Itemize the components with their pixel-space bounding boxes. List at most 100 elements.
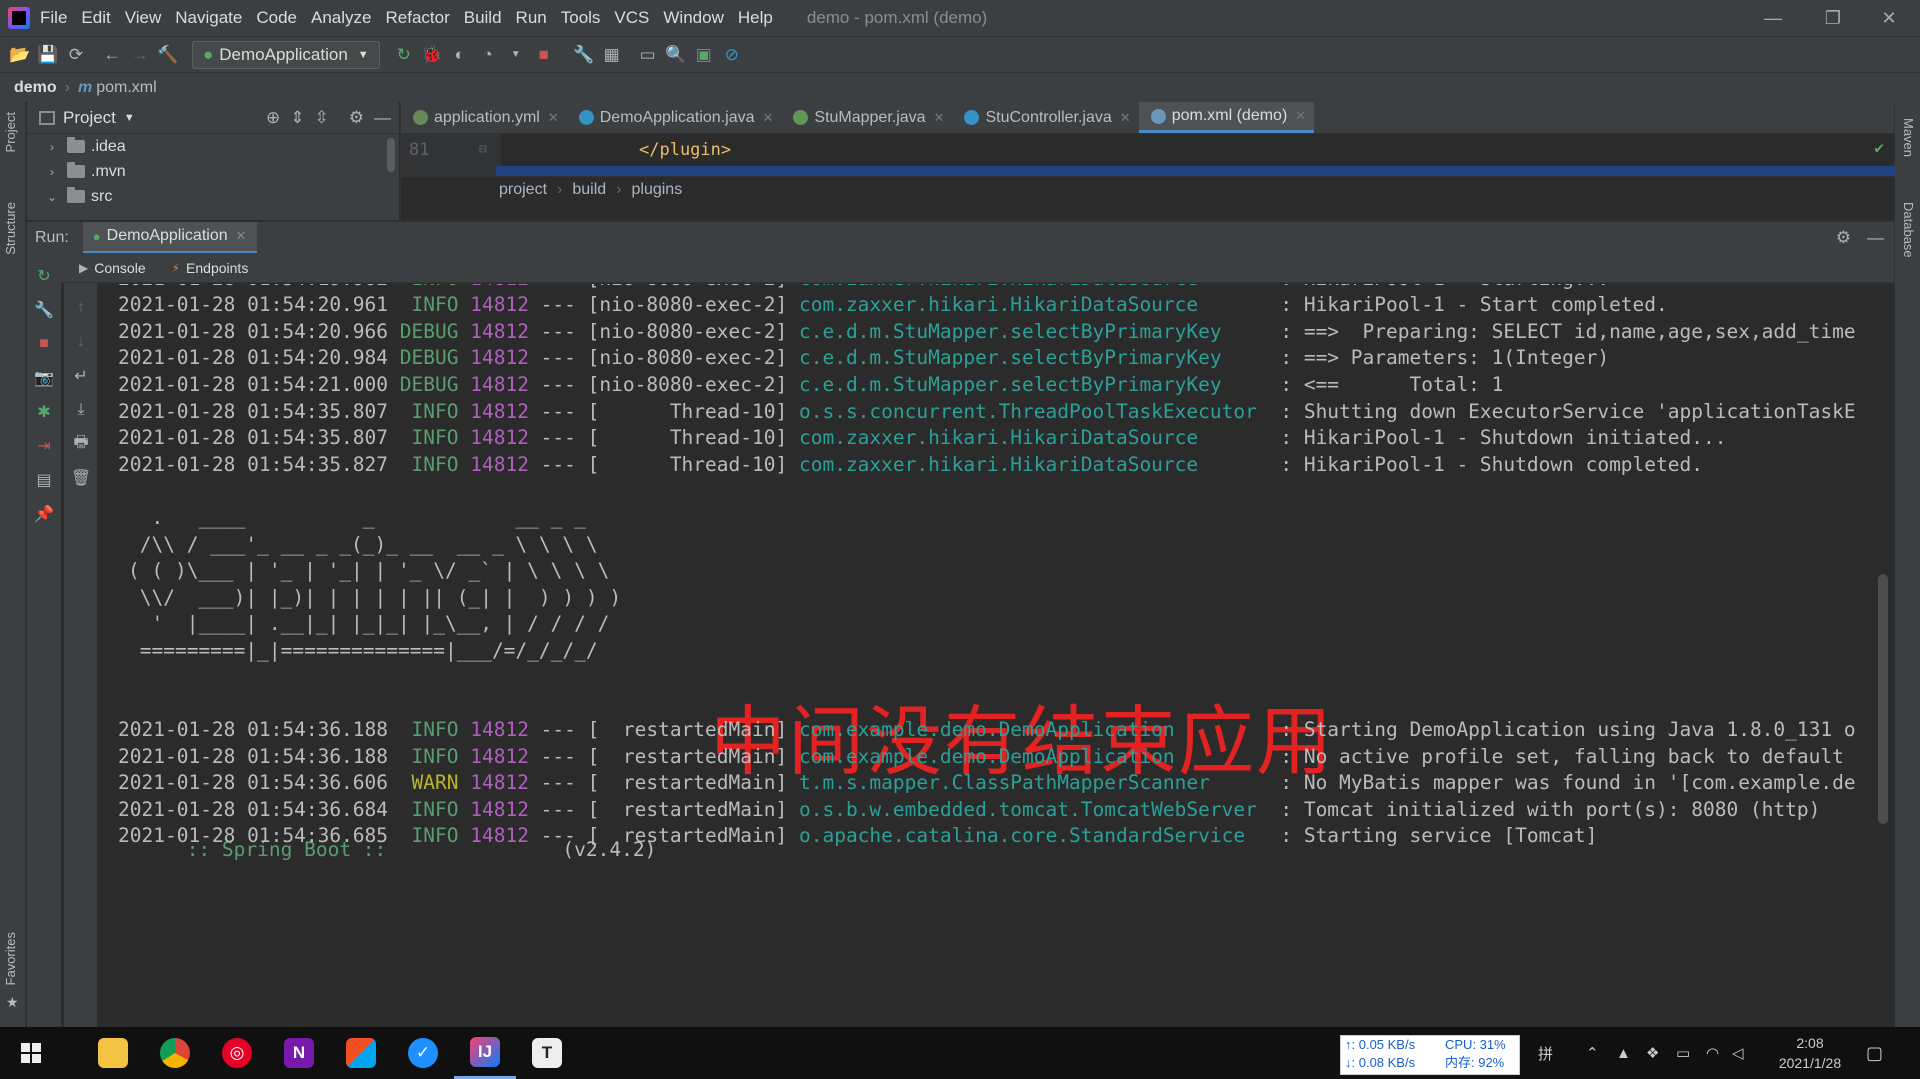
debug-icon[interactable]: 🐞	[418, 41, 446, 69]
breadcrumb-project[interactable]: demo	[14, 79, 57, 97]
menu-refactor[interactable]: Refactor	[385, 8, 449, 28]
chevron-up-icon[interactable]: ⌃	[1586, 1027, 1599, 1079]
down-arrow-icon[interactable]: ↓	[64, 325, 98, 359]
restore-icon[interactable]: ❐	[1810, 0, 1856, 36]
layout-icon[interactable]: ▤	[27, 463, 61, 497]
editor-tab[interactable]: StuController.java ✕	[952, 102, 1138, 133]
editor-tab[interactable]: DemoApplication.java ✕	[567, 102, 782, 133]
chrome-icon[interactable]	[144, 1027, 206, 1079]
project-structure-icon[interactable]: ▦	[598, 41, 626, 69]
stop-icon[interactable]: ■	[27, 327, 61, 361]
trash-icon[interactable]: 🗑	[64, 461, 98, 495]
print-icon[interactable]: 🖶	[64, 427, 98, 461]
close-icon[interactable]: ✕	[1866, 0, 1912, 36]
collapse-all-icon[interactable]: ⇳	[315, 108, 329, 128]
close-icon[interactable]: ✕	[1120, 110, 1131, 126]
maven-tool-button[interactable]: Maven	[1901, 118, 1916, 157]
menu-view[interactable]: View	[125, 8, 162, 28]
profile-icon[interactable]: ◔	[474, 41, 502, 69]
project-scrollbar[interactable]	[387, 138, 395, 172]
rerun-icon[interactable]: ↻	[27, 259, 61, 293]
windows-flag-icon[interactable]: ❖	[1646, 1027, 1659, 1079]
wifi-icon[interactable]: ◠	[1706, 1027, 1719, 1079]
chevron-right-icon[interactable]: ›	[43, 140, 61, 154]
clock[interactable]: 2:08 2021/1/28	[1770, 1033, 1850, 1073]
back-arrow-icon[interactable]: ←	[98, 41, 126, 69]
rerun-icon[interactable]: ↻	[390, 41, 418, 69]
code-area[interactable]: 81 ⊟ </plugin> ✔	[401, 134, 1895, 176]
build-hammer-icon[interactable]: 🔨	[154, 41, 182, 69]
editor-breadcrumb-item[interactable]: project	[499, 181, 547, 199]
menu-tools[interactable]: Tools	[561, 8, 601, 28]
ime-indicator[interactable]: 拼	[1538, 1027, 1553, 1079]
menu-file[interactable]: File	[40, 8, 67, 28]
wrench-icon[interactable]: 🔧	[570, 41, 598, 69]
tab-endpoints[interactable]: ⚡ Endpoints	[172, 260, 249, 276]
database-tool-button[interactable]: Database	[1901, 202, 1916, 258]
structure-tool-button[interactable]: Structure	[3, 202, 18, 255]
soft-wrap-icon[interactable]: ↵	[64, 359, 98, 393]
hide-icon[interactable]: —	[374, 108, 391, 128]
menu-window[interactable]: Window	[663, 8, 723, 28]
netease-music-icon[interactable]: ◎	[206, 1027, 268, 1079]
intellij-taskbar-icon[interactable]: IJ	[454, 1027, 516, 1079]
typora-icon[interactable]: T	[516, 1027, 578, 1079]
chevron-down-icon[interactable]: ▼	[124, 112, 135, 124]
more-run-options-icon[interactable]: ▼	[502, 41, 530, 69]
tree-item[interactable]: › .mvn	[43, 159, 399, 184]
chevron-right-icon[interactable]: ›	[43, 165, 61, 179]
menu-build[interactable]: Build	[464, 8, 502, 28]
no-entry-icon[interactable]: ⊘	[718, 41, 746, 69]
run-config-selector[interactable]: ● DemoApplication ▼	[192, 40, 380, 69]
menu-code[interactable]: Code	[256, 8, 297, 28]
tab-console[interactable]: ▶ Console	[79, 260, 146, 276]
console-output[interactable]: 2021-01-28 01:54:13.614 INFO 14812 --- […	[100, 284, 1894, 1027]
chevron-down-icon[interactable]: ⌄	[43, 190, 61, 204]
expand-all-icon[interactable]: ⇕	[290, 108, 304, 128]
menu-run[interactable]: Run	[516, 8, 547, 28]
pin-icon[interactable]: 📌	[27, 497, 61, 531]
editor-tab[interactable]: StuMapper.java ✕	[781, 102, 952, 133]
sync-icon[interactable]: ⟳	[62, 41, 90, 69]
exit-icon[interactable]: ⇥	[27, 429, 61, 463]
hide-icon[interactable]: —	[1867, 228, 1884, 248]
wrench-icon[interactable]: 🔧	[27, 293, 61, 327]
close-icon[interactable]: ✕	[934, 110, 945, 126]
terminal-icon[interactable]: ▭	[634, 41, 662, 69]
camera-icon[interactable]: 📷	[27, 361, 61, 395]
editor-tab[interactable]: application.yml ✕	[401, 102, 567, 133]
console-scrollbar[interactable]	[1878, 574, 1888, 824]
menu-edit[interactable]: Edit	[81, 8, 110, 28]
editor-tab[interactable]: pom.xml (demo) ✕	[1138, 102, 1315, 133]
notification-icon[interactable]: ▢	[1866, 1027, 1883, 1079]
windows-start-icon[interactable]	[0, 1027, 62, 1079]
monitor-icon[interactable]: ▣	[690, 41, 718, 69]
tree-item[interactable]: ⌄ src	[43, 184, 399, 209]
locate-icon[interactable]: ⊕	[266, 108, 280, 128]
close-icon[interactable]: ✕	[1295, 108, 1306, 124]
app-tiles-icon[interactable]	[330, 1027, 392, 1079]
close-icon[interactable]: ✕	[762, 110, 773, 126]
gear-icon[interactable]: ⚙	[1836, 228, 1851, 248]
run-tab[interactable]: ● DemoApplication ✕	[82, 221, 257, 254]
editor-breadcrumb-item[interactable]: plugins	[632, 181, 683, 199]
editor-breadcrumb-item[interactable]: build	[572, 181, 606, 199]
project-panel-title[interactable]: Project	[63, 108, 116, 128]
open-folder-icon[interactable]: 📂	[6, 41, 34, 69]
volume-icon[interactable]: ◁	[1732, 1027, 1744, 1079]
check-app-icon[interactable]: ✓	[392, 1027, 454, 1079]
fold-icon[interactable]: ⊟	[479, 142, 487, 157]
file-explorer-icon[interactable]	[82, 1027, 144, 1079]
gear-icon[interactable]: ⚙	[349, 108, 364, 128]
save-icon[interactable]: 💾	[34, 41, 62, 69]
onenote-icon[interactable]: N	[268, 1027, 330, 1079]
menu-analyze[interactable]: Analyze	[311, 8, 371, 28]
favorites-tool-button[interactable]: Favorites	[3, 932, 18, 985]
search-icon[interactable]: 🔍	[662, 41, 690, 69]
breadcrumb-file[interactable]: pom.xml	[96, 79, 156, 97]
debug-icon[interactable]: ✱	[27, 395, 61, 429]
up-arrow-icon[interactable]: ↑	[64, 291, 98, 325]
close-icon[interactable]: ✕	[236, 228, 247, 244]
menu-help[interactable]: Help	[738, 8, 773, 28]
tree-item[interactable]: › .idea	[43, 134, 399, 159]
